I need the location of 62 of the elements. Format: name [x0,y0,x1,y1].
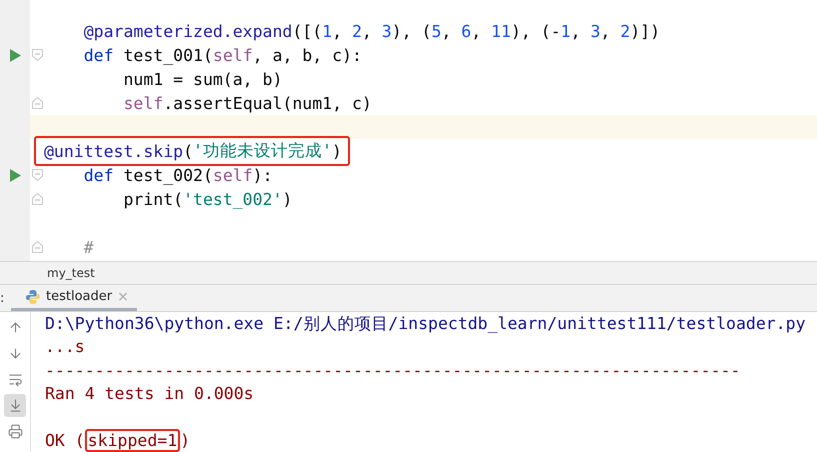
code-token: 1 [560,22,571,40]
code-token: , [441,22,452,40]
fold-icon[interactable] [32,241,42,253]
fold-icon[interactable] [32,97,42,109]
run-icon[interactable] [10,168,20,182]
code-token: , a, b, c): [252,46,362,64]
code-token: self [212,46,253,64]
code-token: 6 [461,22,472,40]
code-token: 5 [431,22,442,40]
code-token: @parameterized.expand [82,22,292,40]
code-token: def [82,166,114,184]
code-token: test_002( [122,166,213,184]
code-token: , [600,22,612,40]
code-token: )]) [630,22,660,40]
run-icon[interactable] [10,48,20,62]
fold-icon[interactable] [32,169,42,181]
code-token: , [570,22,582,40]
console-output: ---------------------------------------------------------------------- [45,360,740,380]
code-token: ([( [292,22,322,40]
run-tab[interactable]: testloader × [11,285,137,311]
scroll-to-end-icon [8,398,22,413]
code-token: test_001( [122,46,213,64]
code-token: 11 [491,22,511,40]
python-icon [25,288,41,304]
code-token: .assertEqual(num1, c) [163,94,372,112]
code-token: 1 [322,22,332,40]
console-output: ...s [45,337,85,356]
code-token: , [362,22,373,40]
code-token: '功能未设计完成' [193,140,332,162]
console-output: Ran 4 tests in 0.000s [45,384,254,404]
code-token: 2 [352,22,362,40]
highlighted-output: skipped=1 [84,428,180,452]
fold-icon[interactable] [32,49,42,61]
panel-label: : [0,290,6,308]
down-arrow-icon [8,346,22,361]
code-token: 2 [620,22,630,40]
code-token: print( [122,190,184,208]
code-token: # [82,238,94,256]
breadcrumb[interactable]: my_test [47,266,95,280]
soft-wrap-icon [8,372,22,387]
code-token: self [212,166,253,184]
code-token: ), ( [392,22,432,40]
print-icon [8,424,22,439]
code-token: 3 [590,22,600,40]
code-token: 3 [382,22,392,40]
code-token: 'test_002' [183,190,282,208]
code-token: ) [332,142,342,160]
code-token: ): [252,166,273,184]
code-token: def [82,46,114,64]
console-output: OK ( [45,430,85,450]
code-token: , [332,22,344,40]
fold-icon[interactable] [32,193,42,205]
code-token: ), (- [510,22,561,40]
console-output: ) [180,430,190,450]
scroll-to-end-button[interactable] [4,394,26,417]
code-token: ( [183,142,194,160]
code-token: ) [282,190,292,208]
console-output: D:\Python36\python.exe E:/别人的项目/inspectdb_learn/unittest111/testloader.py [45,312,806,335]
code-token: , [471,22,482,40]
code-token: self [122,94,164,112]
code-token: num1 = sum(a, b) [122,70,282,88]
code-token: @unittest.skip [44,142,184,160]
